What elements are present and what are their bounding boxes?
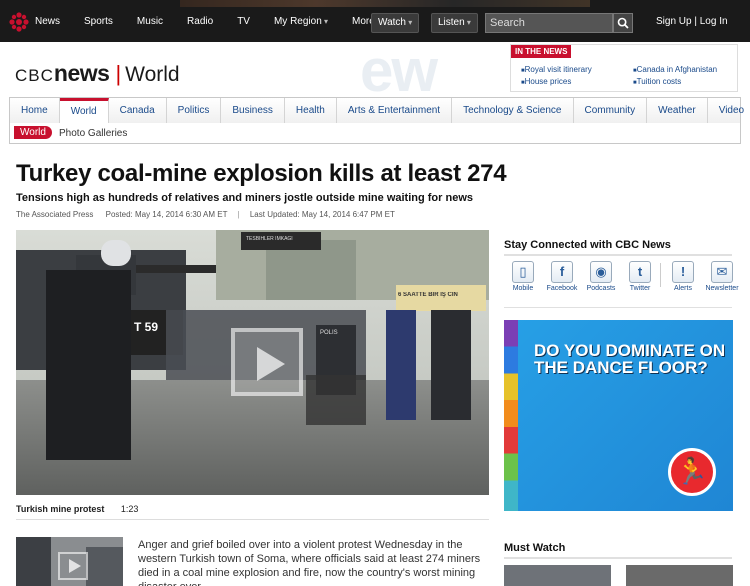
- social-label: Alerts: [674, 285, 692, 292]
- photo-text-banner: 6 SAATTE BIR İŞ CİN: [398, 292, 458, 298]
- search-input[interactable]: Search: [485, 13, 613, 33]
- caption-divider: [16, 519, 489, 520]
- video-title[interactable]: Turkish mine protest: [16, 504, 104, 514]
- podcast-icon: ◉: [590, 261, 612, 283]
- article-posted: Posted: May 14, 2014 6:30 AM ET: [105, 210, 228, 219]
- listen-button[interactable]: Listen: [431, 13, 478, 33]
- article-body: Anger and grief boiled over into a viole…: [138, 539, 481, 586]
- photo-text-sign: TESBİHLER İMKAĞI: [246, 236, 293, 242]
- article-headline: Turkey coal-mine explosion kills at leas…: [16, 160, 507, 187]
- tab-canada[interactable]: Canada: [109, 98, 167, 123]
- search-icon[interactable]: [613, 13, 633, 33]
- tab-video[interactable]: Video: [708, 98, 750, 123]
- video-play-button[interactable]: [231, 328, 303, 396]
- social-facebook[interactable]: f Facebook: [543, 261, 581, 292]
- sub-nav: World Photo Galleries: [9, 123, 741, 144]
- tab-health[interactable]: Health: [285, 98, 337, 123]
- article-updated: Last Updated: May 14, 2014 6:47 PM ET: [249, 210, 395, 219]
- stay-connected-heading: Stay Connected with CBC News: [504, 239, 671, 251]
- mobile-icon: ▯: [512, 261, 534, 283]
- tab-politics[interactable]: Politics: [167, 98, 222, 123]
- tab-business[interactable]: Business: [221, 98, 285, 123]
- ad-headline: DO YOU DOMINATE ON THE DANCE FLOOR?: [534, 341, 726, 377]
- twitter-icon: t: [629, 261, 651, 283]
- cbc-gem-icon[interactable]: [9, 12, 29, 32]
- in-the-news-link[interactable]: Canada in Afghanistan: [633, 65, 718, 74]
- photo-text-van: T 59: [134, 320, 159, 334]
- meta-separator: |: [237, 210, 240, 219]
- video-caption: Turkish mine protest 1:23: [16, 504, 138, 514]
- must-watch-thumbnail[interactable]: [504, 565, 611, 586]
- thumbnail-play-icon[interactable]: [58, 552, 88, 580]
- advertisement-banner[interactable]: DO YOU DOMINATE ON THE DANCE FLOOR? 🏃: [504, 320, 733, 511]
- social-label: Podcasts: [586, 285, 616, 292]
- tab-technology-science[interactable]: Technology & Science: [452, 98, 574, 123]
- photo-text-shield: POLIS: [320, 330, 338, 336]
- section-nav: Home World Canada Politics Business Heal…: [9, 97, 744, 124]
- subnav-world-pill[interactable]: World: [14, 126, 52, 139]
- subnav-photo-galleries[interactable]: Photo Galleries: [59, 128, 127, 139]
- top-nav: News Sports Music Radio TV My Region Mor…: [35, 16, 405, 27]
- article-subhead: Tensions high as hundreds of relatives a…: [16, 192, 473, 204]
- article-meta: The Associated Press Posted: May 14, 201…: [16, 210, 395, 219]
- tab-arts-entertainment[interactable]: Arts & Entertainment: [337, 98, 453, 123]
- tab-weather[interactable]: Weather: [647, 98, 708, 123]
- in-the-news-tag: IN THE NEWS: [511, 45, 572, 58]
- related-video-thumbnail[interactable]: [16, 537, 123, 586]
- in-the-news-link[interactable]: House prices: [521, 77, 592, 86]
- social-alerts[interactable]: ! Alerts: [664, 261, 702, 292]
- social-label: Newsletter: [705, 285, 739, 292]
- article-source: The Associated Press: [16, 210, 94, 219]
- must-watch-divider: [504, 557, 732, 559]
- in-the-news-link[interactable]: Tuition costs: [633, 77, 717, 86]
- topnav-my-region[interactable]: My Region: [274, 16, 328, 27]
- social-newsletter[interactable]: ✉ Newsletter: [703, 261, 741, 292]
- tab-community[interactable]: Community: [574, 98, 648, 123]
- envelope-icon: ✉: [711, 261, 733, 283]
- must-watch-thumbnail[interactable]: [626, 565, 733, 586]
- facebook-icon: f: [551, 261, 573, 283]
- ad-color-strip: [504, 320, 518, 511]
- video-duration: 1:23: [120, 504, 139, 514]
- social-label: Twitter: [629, 285, 651, 292]
- signup-login-link[interactable]: Sign Up | Log In: [656, 16, 728, 27]
- social-divider: [504, 307, 732, 308]
- watch-button[interactable]: Watch: [371, 13, 420, 33]
- in-the-news-link[interactable]: Royal visit itinerary: [521, 65, 592, 74]
- logo-news: news: [53, 60, 110, 86]
- topnav-news[interactable]: News: [35, 16, 60, 27]
- topnav-radio[interactable]: Radio: [187, 16, 213, 27]
- social-links: ▯ Mobile f Facebook ◉ Podcasts t Twitter…: [504, 261, 742, 292]
- stay-connected-divider: [504, 254, 732, 256]
- topnav-music[interactable]: Music: [137, 16, 163, 27]
- tab-home[interactable]: Home: [10, 98, 60, 123]
- topnav-tv[interactable]: TV: [237, 16, 250, 27]
- top-image-strip: [180, 0, 590, 7]
- social-podcasts[interactable]: ◉ Podcasts: [582, 261, 620, 292]
- topnav-sports[interactable]: Sports: [84, 16, 113, 27]
- dancer-icon: 🏃: [668, 448, 716, 496]
- section-title: World: [125, 63, 180, 86]
- video-player[interactable]: T 59 6 SAATTE BIR İŞ CİN POLIS TESBİHLER…: [16, 230, 489, 495]
- logo-divider: |: [115, 61, 122, 86]
- social-separator: [660, 263, 661, 287]
- tab-world[interactable]: World: [59, 98, 109, 123]
- in-the-news-list-right: Canada in Afghanistan Tuition costs: [633, 65, 718, 89]
- in-the-news-box: IN THE NEWS Royal visit itinerary House …: [510, 44, 738, 92]
- header-watermark: ew: [360, 44, 438, 98]
- social-label: Mobile: [512, 285, 534, 292]
- logo-cbc: CBC: [15, 66, 54, 85]
- social-label: Facebook: [546, 285, 578, 292]
- must-watch-heading: Must Watch: [504, 542, 566, 554]
- cbc-news-logo[interactable]: CBCnews | World: [15, 60, 180, 87]
- social-twitter[interactable]: t Twitter: [621, 261, 659, 292]
- page: News Sports Music Radio TV My Region Mor…: [0, 0, 750, 586]
- in-the-news-list-left: Royal visit itinerary House prices: [521, 65, 592, 89]
- alert-icon: !: [672, 261, 694, 283]
- social-mobile[interactable]: ▯ Mobile: [504, 261, 542, 292]
